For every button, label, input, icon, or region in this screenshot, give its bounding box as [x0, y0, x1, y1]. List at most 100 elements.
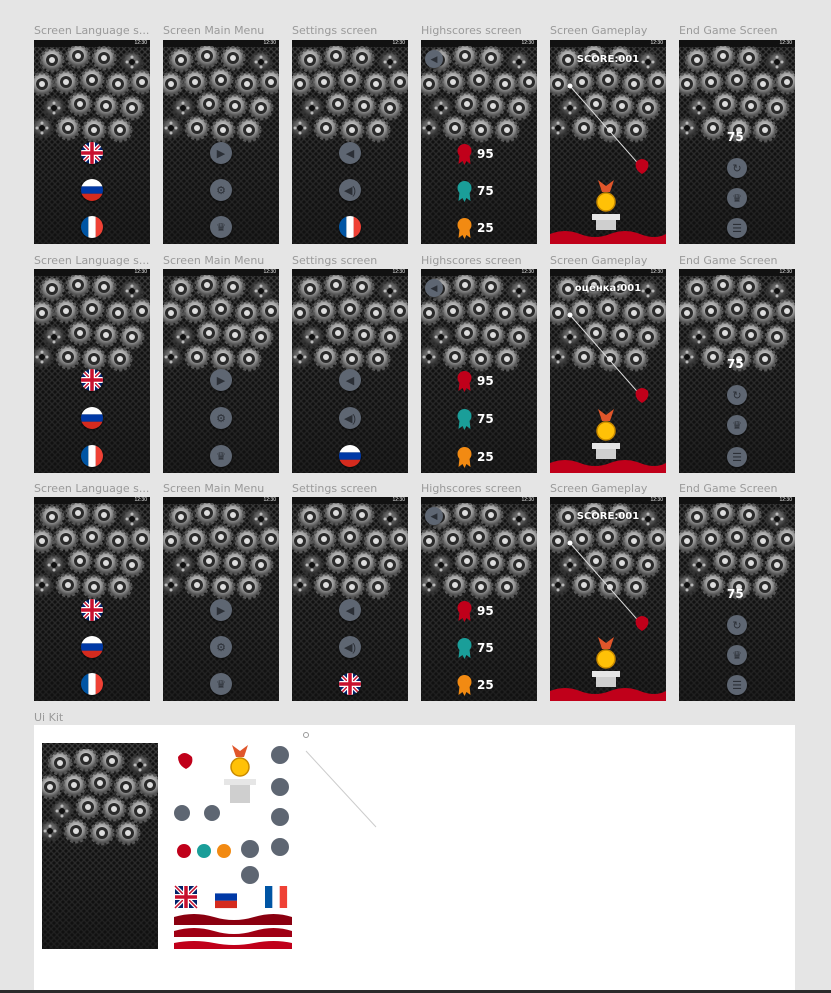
settings-button[interactable]: ⚙ — [210, 636, 232, 658]
phone-main-menu: 12:30 ▶ ⚙ ♛ — [163, 497, 279, 701]
gears-background — [292, 275, 408, 375]
ui-kit-panel — [34, 725, 795, 993]
flag-russia-button[interactable] — [81, 407, 103, 429]
second-place-ribbon-icon — [457, 409, 472, 430]
highscore-value: 95 — [477, 374, 494, 388]
medal-ribbon-icon — [598, 180, 614, 192]
highscore-value: 95 — [477, 604, 494, 618]
menu-icon: ☰ — [732, 222, 742, 235]
play-button[interactable]: ▶ — [210, 599, 232, 621]
phone-settings: 12:30 ◀ ◀) — [292, 269, 408, 473]
frame-label-highscores: Highscores screen — [421, 24, 522, 37]
flag-uk-button[interactable] — [81, 369, 103, 391]
red-waves — [550, 460, 666, 473]
kit-assets — [174, 745, 292, 949]
sound-button[interactable]: ◀) — [339, 407, 361, 429]
phone-end-game: 12:30 75 ↻ ♛ ☰ — [679, 497, 795, 701]
frame-label-end-game: End Game Screen — [679, 482, 778, 495]
play-icon: ▶ — [216, 604, 226, 617]
back-button[interactable]: ◀ — [425, 279, 443, 297]
back-button[interactable]: ◀ — [425, 50, 443, 68]
sound-icon: ◀) — [343, 641, 357, 654]
restart-button[interactable]: ↻ — [727, 615, 747, 635]
frame-label-end-game: End Game Screen — [679, 254, 778, 267]
menu-button[interactable]: ☰ — [727, 447, 747, 467]
frame-label-gameplay: Screen Gameplay — [550, 254, 648, 267]
frame-label-highscores: Highscores screen — [421, 482, 522, 495]
frame-label-gameplay: Screen Gameplay — [550, 24, 648, 37]
first-place-ribbon-icon — [457, 371, 472, 392]
frame-label-language: Screen Language s... — [34, 482, 150, 495]
phone-settings: 12:30 ◀ ◀) — [292, 497, 408, 701]
rope-line — [569, 85, 643, 169]
highscores-button[interactable]: ♛ — [210, 445, 232, 467]
gears-background — [34, 275, 150, 375]
highscore-row: 95 — [456, 599, 494, 623]
frame-label-language: Screen Language s... — [34, 24, 150, 37]
back-button[interactable]: ◀ — [425, 507, 443, 525]
highscore-value: 75 — [477, 641, 494, 655]
kit-background-sample — [42, 743, 158, 949]
gameplay-scene — [567, 312, 649, 459]
restart-icon: ↻ — [732, 162, 742, 175]
phone-main-menu: 12:30 ▶ ⚙ ♛ — [163, 40, 279, 244]
flag-france-button[interactable] — [81, 216, 103, 238]
play-button[interactable]: ▶ — [210, 369, 232, 391]
phone-main-menu: 12:30 ▶ ⚙ ♛ — [163, 269, 279, 473]
language-flag-russia-button[interactable] — [339, 445, 361, 467]
gear-icon: ⚙ — [216, 184, 226, 197]
menu-icon: ☰ — [732, 451, 742, 464]
flag-russia-button[interactable] — [81, 636, 103, 658]
highscore-row: 25 — [456, 673, 494, 697]
menu-button[interactable]: ☰ — [727, 675, 747, 695]
back-icon: ◀ — [430, 282, 438, 293]
frame-label-gameplay: Screen Gameplay — [550, 482, 648, 495]
phone-language-screen: 12:30 — [34, 40, 150, 244]
restart-button[interactable]: ↻ — [727, 158, 747, 178]
first-place-ribbon-icon — [457, 144, 472, 165]
sound-icon: ◀) — [343, 412, 357, 425]
restart-button[interactable]: ↻ — [727, 385, 747, 405]
language-flag-uk-button[interactable] — [339, 673, 361, 695]
gears-background — [163, 503, 279, 603]
back-button[interactable]: ◀ — [339, 599, 361, 621]
highscores-button[interactable]: ♛ — [727, 188, 747, 208]
gears-background — [42, 749, 158, 849]
back-icon: ◀ — [345, 147, 355, 160]
medal-icon — [596, 192, 616, 212]
menu-button[interactable]: ☰ — [727, 218, 747, 238]
flag-france-button[interactable] — [81, 673, 103, 695]
back-button[interactable]: ◀ — [339, 142, 361, 164]
highscores-button[interactable]: ♛ — [727, 645, 747, 665]
highscores-button[interactable]: ♛ — [727, 415, 747, 435]
back-icon: ◀ — [430, 53, 438, 64]
play-button[interactable]: ▶ — [210, 142, 232, 164]
back-button[interactable]: ◀ — [339, 369, 361, 391]
gears-background — [163, 46, 279, 146]
phone-gameplay: 12:30 оценка:001 — [550, 269, 666, 473]
phone-end-game: 12:30 75 ↻ ♛ ☰ — [679, 40, 795, 244]
pedestal-icon — [592, 214, 620, 220]
settings-button[interactable]: ⚙ — [210, 179, 232, 201]
language-flag-france-button[interactable] — [339, 216, 361, 238]
sound-button[interactable]: ◀) — [339, 636, 361, 658]
flag-uk-button[interactable] — [81, 142, 103, 164]
gears-background — [163, 275, 279, 375]
flag-russia-button[interactable] — [81, 179, 103, 201]
highscore-value: 75 — [477, 412, 494, 426]
phone-language-screen: 12:30 — [34, 269, 150, 473]
highscores-button[interactable]: ♛ — [210, 673, 232, 695]
highscore-value: 95 — [477, 147, 494, 161]
gears-background — [292, 46, 408, 146]
settings-button[interactable]: ⚙ — [210, 407, 232, 429]
final-score: 75 — [727, 130, 744, 144]
trophy-icon: ♛ — [732, 649, 742, 662]
sound-button[interactable]: ◀) — [339, 179, 361, 201]
highscore-row: 75 — [456, 636, 494, 660]
flag-france-button[interactable] — [81, 445, 103, 467]
flag-uk-button[interactable] — [81, 599, 103, 621]
highscores-button[interactable]: ♛ — [210, 216, 232, 238]
gear-icon: ⚙ — [216, 412, 226, 425]
gameplay-scene — [567, 83, 649, 230]
phone-highscores: 12:30 ◀ 95 75 25 — [421, 269, 537, 473]
